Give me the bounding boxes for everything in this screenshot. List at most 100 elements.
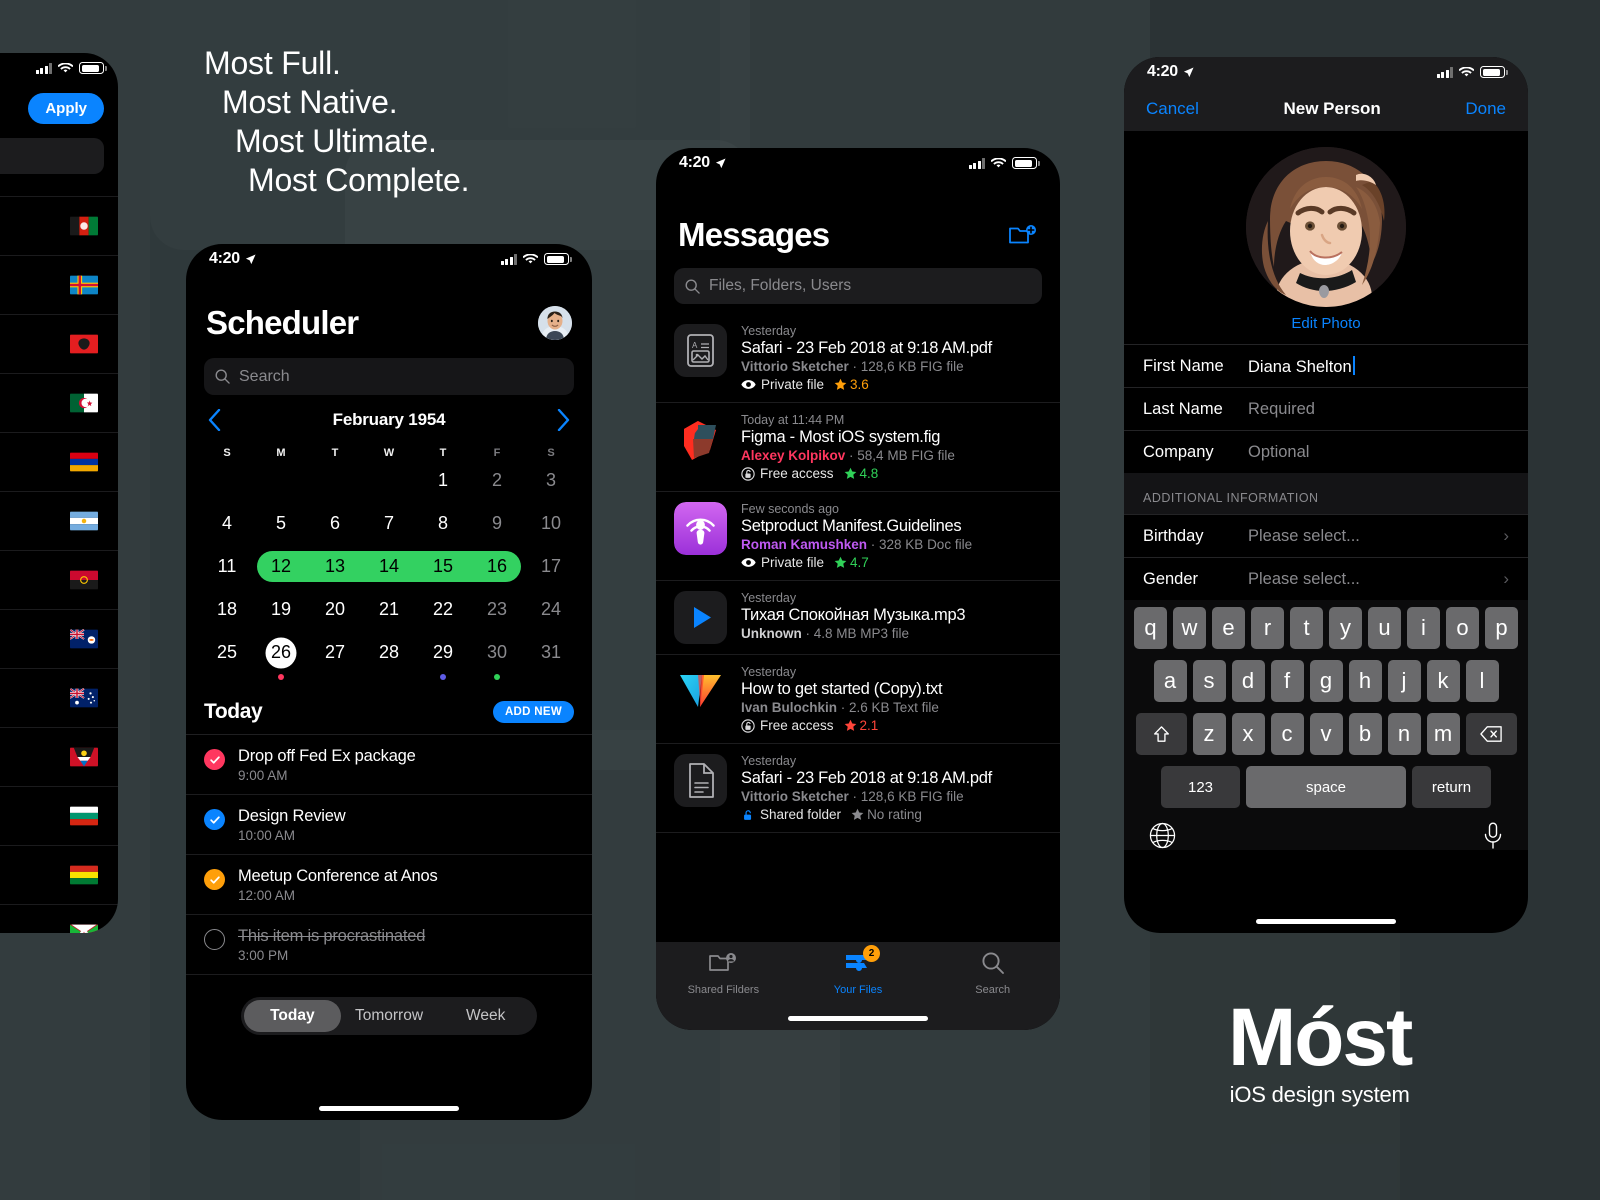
flag-row[interactable] [0, 314, 118, 373]
contact-field-birthday[interactable]: Birthday Please select... › [1124, 514, 1528, 557]
key-t[interactable]: t [1290, 607, 1323, 649]
calendar-day[interactable]: 11 [200, 556, 254, 577]
segment-week[interactable]: Week [437, 1000, 534, 1032]
segment-today[interactable]: Today [244, 1000, 341, 1032]
flag-row[interactable] [0, 727, 118, 786]
flag-row[interactable] [0, 845, 118, 904]
flag-row[interactable] [0, 786, 118, 845]
calendar-day[interactable]: 13 [308, 556, 362, 577]
task-checkbox[interactable] [204, 809, 225, 830]
calendar-day[interactable]: 16 [470, 556, 524, 577]
segment-tomorrow[interactable]: Tomorrow [341, 1000, 438, 1032]
flag-row[interactable] [0, 550, 118, 609]
task-checkbox[interactable] [204, 929, 225, 950]
key-e[interactable]: e [1212, 607, 1245, 649]
calendar-day[interactable]: 1 [416, 470, 470, 491]
calendar-day[interactable]: 27 [308, 642, 362, 663]
file-list-item[interactable]: Yesterday Safari - 23 Feb 2018 at 9:18 AM… [656, 744, 1060, 833]
file-list-item[interactable]: Yesterday Тихая Спокойная Музыка.mp3 Unkno… [656, 581, 1060, 655]
contact-field-company[interactable]: Company Optional [1124, 430, 1528, 473]
calendar-day[interactable]: 20 [308, 599, 362, 620]
search-input[interactable]: Search [204, 358, 574, 395]
done-button[interactable]: Done [1465, 99, 1506, 119]
chevron-left-icon[interactable] [208, 409, 221, 431]
flag-row[interactable] [0, 491, 118, 550]
key-h[interactable]: h [1348, 660, 1382, 702]
calendar-day[interactable]: 19 [254, 599, 308, 620]
key-x[interactable]: x [1231, 713, 1265, 755]
key-m[interactable]: m [1426, 713, 1460, 755]
calendar-day[interactable]: 4 [200, 513, 254, 534]
calendar-day[interactable]: 18 [200, 599, 254, 620]
calendar-day[interactable]: 30 [470, 642, 524, 663]
calendar-day[interactable]: 14 [362, 556, 416, 577]
calendar-day[interactable]: 26 [254, 642, 308, 663]
calendar-day[interactable]: 9 [470, 513, 524, 534]
calendar-day[interactable]: 7 [362, 513, 416, 534]
key-r[interactable]: r [1251, 607, 1284, 649]
country-search-input[interactable] [0, 138, 104, 174]
file-list-item[interactable]: A Yesterday Safari - 23 Feb 2018 at 9:18 A… [656, 314, 1060, 403]
file-list-item[interactable]: Today at 11:44 PM Figma - Most iOS system… [656, 403, 1060, 492]
key-v[interactable]: v [1309, 713, 1343, 755]
numbers-key[interactable]: 123 [1161, 766, 1240, 808]
key-z[interactable]: z [1192, 713, 1226, 755]
task-checkbox[interactable] [204, 869, 225, 890]
key-b[interactable]: b [1348, 713, 1382, 755]
key-k[interactable]: k [1426, 660, 1460, 702]
calendar-day[interactable]: 29 [416, 642, 470, 663]
flag-row[interactable] [0, 609, 118, 668]
calendar-day[interactable]: 10 [524, 513, 578, 534]
folder-plus-icon[interactable] [1008, 223, 1038, 247]
calendar-day[interactable]: 23 [470, 599, 524, 620]
flag-row[interactable] [0, 668, 118, 727]
avatar[interactable] [538, 306, 572, 340]
key-a[interactable]: a [1153, 660, 1187, 702]
task-row[interactable]: This item is procrastinated 3:00 PM [186, 915, 592, 975]
calendar-day[interactable]: 5 [254, 513, 308, 534]
add-new-button[interactable]: ADD NEW [492, 701, 574, 723]
key-f[interactable]: f [1270, 660, 1304, 702]
apply-button[interactable]: Apply [28, 93, 104, 124]
key-s[interactable]: s [1192, 660, 1226, 702]
backspace-key[interactable] [1465, 713, 1517, 755]
flag-row[interactable] [0, 432, 118, 491]
tab-shared-filders[interactable]: Shared Filders [656, 951, 791, 1030]
flag-row[interactable] [0, 196, 118, 255]
calendar-day[interactable]: 3 [524, 470, 578, 491]
key-l[interactable]: l [1465, 660, 1499, 702]
return-key[interactable]: return [1412, 766, 1491, 808]
flag-row[interactable] [0, 904, 118, 933]
key-j[interactable]: j [1387, 660, 1421, 702]
shift-key[interactable] [1135, 713, 1187, 755]
contact-field-last-name[interactable]: Last Name Required [1124, 387, 1528, 430]
key-n[interactable]: n [1387, 713, 1421, 755]
key-d[interactable]: d [1231, 660, 1265, 702]
task-row[interactable]: Drop off Fed Ex package 9:00 AM [186, 735, 592, 795]
calendar-day[interactable]: 2 [470, 470, 524, 491]
calendar-day[interactable]: 17 [524, 556, 578, 577]
calendar-day[interactable]: 28 [362, 642, 416, 663]
task-checkbox[interactable] [204, 749, 225, 770]
search-input[interactable]: Files, Folders, Users [674, 268, 1042, 304]
key-c[interactable]: c [1270, 713, 1304, 755]
flag-row[interactable] [0, 373, 118, 432]
calendar-day[interactable]: 6 [308, 513, 362, 534]
file-list-item[interactable]: Few seconds ago Setproduct Manifest.Guide… [656, 492, 1060, 581]
profile-photo[interactable] [1246, 147, 1406, 307]
contact-field-gender[interactable]: Gender Please select... › [1124, 557, 1528, 600]
edit-photo-button[interactable]: Edit Photo [1291, 315, 1360, 332]
tab-search[interactable]: Search [925, 951, 1060, 1030]
task-row[interactable]: Design Review 10:00 AM [186, 795, 592, 855]
key-i[interactable]: i [1407, 607, 1440, 649]
file-list-item[interactable]: Yesterday How to get started (Copy).txt Iv… [656, 655, 1060, 744]
key-o[interactable]: o [1446, 607, 1479, 649]
calendar-day[interactable]: 24 [524, 599, 578, 620]
contact-field-first-name[interactable]: First Name Diana Shelton [1124, 344, 1528, 387]
calendar-day[interactable]: 22 [416, 599, 470, 620]
calendar-day[interactable]: 15 [416, 556, 470, 577]
space-key[interactable]: space [1246, 766, 1406, 808]
cancel-button[interactable]: Cancel [1146, 99, 1199, 119]
calendar-day[interactable]: 25 [200, 642, 254, 663]
key-u[interactable]: u [1368, 607, 1401, 649]
